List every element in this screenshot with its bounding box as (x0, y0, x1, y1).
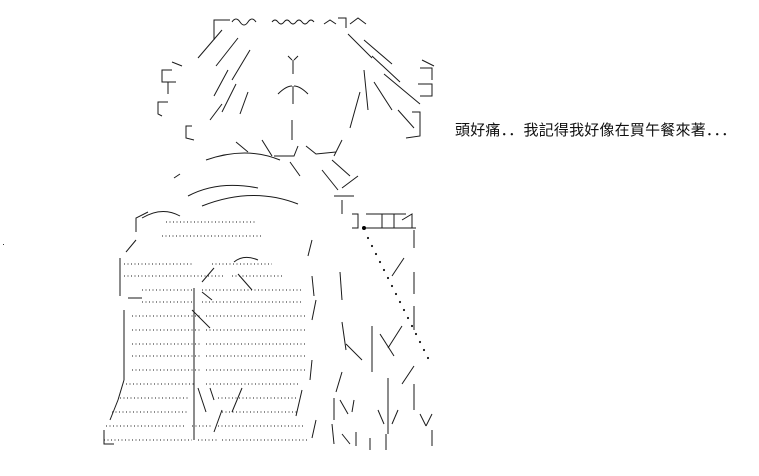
bag-strap (352, 213, 430, 360)
stray-dot (3, 244, 4, 245)
ascii-art-character-icon (103, 17, 435, 450)
right-body-outline (331, 230, 433, 450)
dialogue-caption: 頭好痛．．我記得我好像在買午餐來著．．． (455, 121, 737, 139)
face (235, 55, 343, 157)
body-texture (104, 221, 308, 441)
hood (173, 152, 359, 214)
hair-outline (157, 17, 435, 141)
body-outline (103, 211, 317, 445)
